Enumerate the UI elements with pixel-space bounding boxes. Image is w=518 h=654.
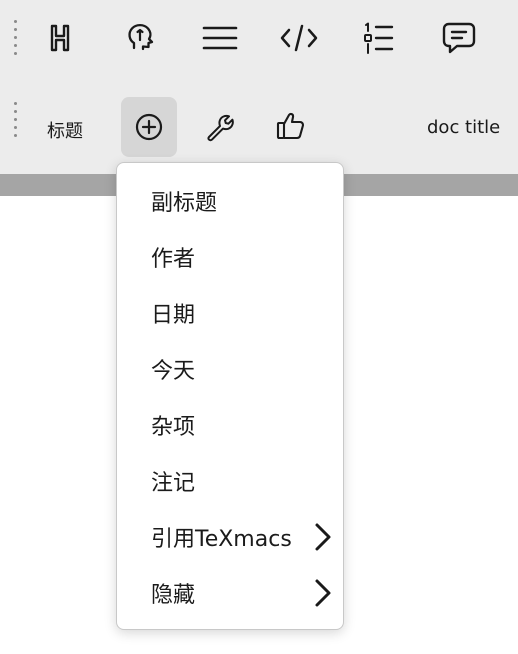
menu-item-misc[interactable]: 杂项 [117, 403, 343, 447]
menu-item-label: 注记 [151, 471, 196, 496]
menu-item-label: 今天 [151, 359, 196, 384]
menu-item-label: 隐藏 [151, 583, 196, 608]
menu-item-label: 日期 [151, 303, 196, 328]
tools-button[interactable] [194, 100, 246, 152]
comment-icon [441, 20, 477, 56]
code-tag-icon [279, 20, 319, 56]
menu-item-author[interactable]: 作者 [117, 235, 343, 279]
menu-item-cite-texmacs[interactable]: 引用TeXmacs [117, 515, 343, 559]
comment-button[interactable] [433, 12, 485, 64]
menu-item-label: 副标题 [151, 191, 218, 216]
plus-circle-icon [134, 112, 164, 142]
chevron-right-icon [311, 578, 335, 608]
menu-item-subtitle[interactable]: 副标题 [117, 179, 343, 223]
paragraph-button[interactable] [194, 12, 246, 64]
lightbulb-icon [122, 20, 158, 56]
document-toolbar: 标题 doc title [0, 80, 518, 174]
toolbar-grip-handle[interactable] [14, 102, 18, 142]
like-button[interactable] [265, 100, 317, 152]
heading-icon [43, 21, 77, 55]
toolbar-grip-handle[interactable] [14, 20, 18, 60]
numbered-list-icon [362, 20, 396, 56]
hamburger-lines-icon [202, 20, 238, 56]
heading-button[interactable] [34, 12, 86, 64]
insert-dropdown-menu: 副标题 作者 日期 今天 杂项 注记 引用TeXmacs 隐藏 [116, 162, 344, 630]
list-button[interactable] [353, 12, 405, 64]
chevron-right-icon [311, 522, 335, 552]
menu-item-note[interactable]: 注记 [117, 459, 343, 503]
menu-item-label: 杂项 [151, 415, 196, 440]
doc-title-label[interactable]: doc title [427, 117, 500, 138]
menu-item-label: 引用TeXmacs [151, 527, 292, 552]
wrench-icon [204, 110, 236, 142]
insert-button[interactable] [121, 97, 177, 157]
title-label[interactable]: 标题 [47, 117, 83, 143]
menu-item-date[interactable]: 日期 [117, 291, 343, 335]
menu-item-label: 作者 [151, 247, 196, 272]
idea-button[interactable] [114, 12, 166, 64]
thumbs-up-icon [275, 110, 307, 142]
format-toolbar [0, 0, 518, 80]
menu-item-today[interactable]: 今天 [117, 347, 343, 391]
code-button[interactable] [273, 12, 325, 64]
menu-item-hide[interactable]: 隐藏 [117, 571, 343, 615]
